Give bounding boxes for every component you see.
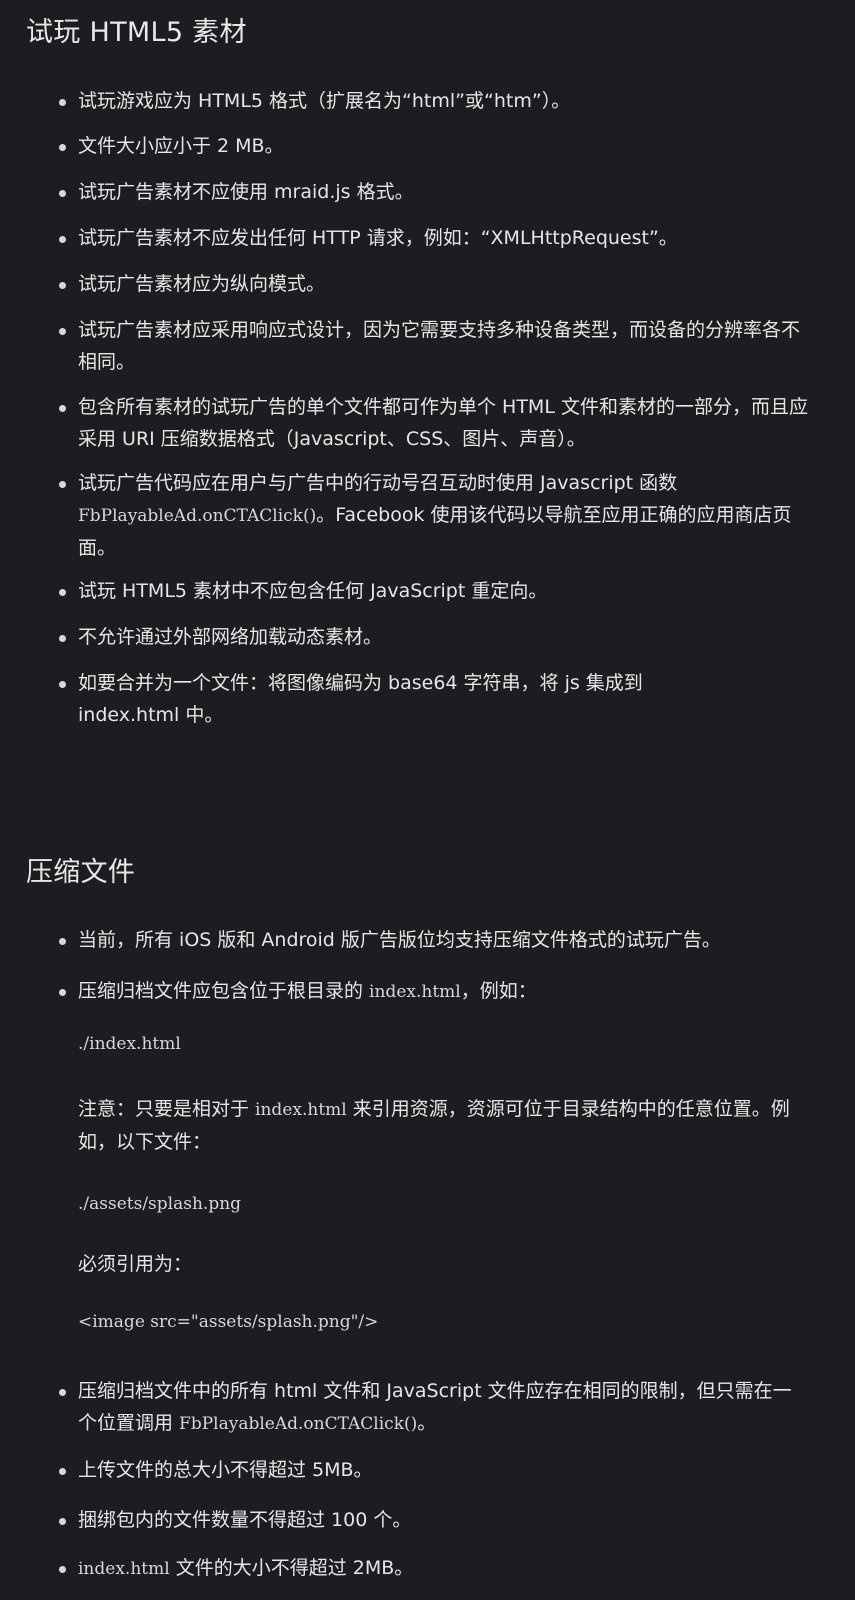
list-item-text: 试玩广告素材应为纵向模式。 bbox=[78, 273, 326, 295]
list-item: 当前，所有 iOS 版和 Android 版广告版位均支持压缩文件格式的试玩广告… bbox=[59, 924, 808, 956]
list-item-text: 包含所有素材的试玩广告的单个文件都可作为单个 HTML 文件和素材的一部分，而且… bbox=[78, 396, 808, 450]
code-example-index: ./index.html bbox=[78, 1034, 181, 1054]
section-title-zip: 压缩文件 bbox=[26, 857, 136, 888]
list-item: 不允许通过外部网络加载动态素材。 bbox=[59, 621, 808, 653]
code-example-asset-path: ./assets/splash.png bbox=[78, 1194, 242, 1214]
list-item: 试玩广告素材应采用响应式设计，因为它需要支持多种设备类型，而设备的分辨率各不相同… bbox=[59, 314, 808, 378]
list-item: 捆绑包内的文件数量不得超过 100 个。 bbox=[59, 1504, 808, 1536]
inline-code: index.html bbox=[78, 1559, 170, 1579]
list-item-text: 试玩广告代码应在用户与广告中的行动号召互动时使用 Javascript 函数 bbox=[78, 472, 678, 494]
list-item-text: 。 bbox=[417, 1412, 437, 1434]
list-item: 试玩广告素材不应发出任何 HTTP 请求，例如：“XMLHttpRequest”… bbox=[59, 222, 808, 254]
list-item: 试玩广告素材应为纵向模式。 bbox=[59, 268, 808, 300]
list-item-text: 试玩广告素材不应使用 mraid.js 格式。 bbox=[78, 181, 414, 203]
list-item-text: 试玩游戏应为 HTML5 格式（扩展名为“html”或“htm”）。 bbox=[78, 90, 571, 112]
list-item: 如要合并为一个文件：将图像编码为 base64 字符串，将 js 集成到 ind… bbox=[59, 667, 728, 731]
list-item-text: 试玩广告素材不应发出任何 HTTP 请求，例如：“XMLHttpRequest”… bbox=[78, 227, 678, 249]
list-item: 试玩游戏应为 HTML5 格式（扩展名为“html”或“htm”）。 bbox=[59, 85, 808, 117]
list-item: 试玩广告素材不应使用 mraid.js 格式。 bbox=[59, 176, 808, 208]
list-item: 上传文件的总大小不得超过 5MB。 bbox=[59, 1454, 808, 1486]
list-item: 文件大小应小于 2 MB。 bbox=[59, 130, 808, 162]
list-item-text: 文件大小应小于 2 MB。 bbox=[78, 135, 284, 157]
list-item-text: 试玩广告素材应采用响应式设计，因为它需要支持多种设备类型，而设备的分辨率各不相同… bbox=[78, 319, 801, 373]
list-item-text: 不允许通过外部网络加载动态素材。 bbox=[78, 626, 383, 648]
list-item-text: 试玩 HTML5 素材中不应包含任何 JavaScript 重定向。 bbox=[78, 580, 548, 602]
list-item-text: 上传文件的总大小不得超过 5MB。 bbox=[78, 1459, 373, 1481]
list-item: index.html 文件的大小不得超过 2MB。 bbox=[59, 1552, 808, 1585]
inline-code: index.html bbox=[255, 1100, 347, 1120]
list-item-text: 如要合并为一个文件：将图像编码为 base64 字符串，将 js 集成到 ind… bbox=[78, 672, 643, 726]
list-item: 包含所有素材的试玩广告的单个文件都可作为单个 HTML 文件和素材的一部分，而且… bbox=[59, 391, 808, 455]
list-item: 试玩广告代码应在用户与广告中的行动号召互动时使用 Javascript 函数 F… bbox=[59, 467, 808, 564]
list-item-text: 捆绑包内的文件数量不得超过 100 个。 bbox=[78, 1509, 412, 1531]
document-page: 试玩 HTML5 素材 试玩游戏应为 HTML5 格式（扩展名为“html”或“… bbox=[0, 0, 855, 1600]
list-item-text: 文件的大小不得超过 2MB。 bbox=[169, 1557, 414, 1579]
note-text: 注意：只要是相对于 bbox=[78, 1098, 256, 1120]
list-item: 压缩归档文件应包含位于根目录的 index.html，例如： bbox=[59, 975, 808, 1008]
list-item: 压缩归档文件中的所有 html 文件和 JavaScript 文件应存在相同的限… bbox=[59, 1375, 808, 1440]
list-item-text: 压缩归档文件应包含位于根目录的 bbox=[78, 980, 370, 1002]
list-item: 试玩 HTML5 素材中不应包含任何 JavaScript 重定向。 bbox=[59, 575, 808, 607]
inline-code: FbPlayableAd.onCTAClick() bbox=[78, 506, 317, 526]
must-reference-text: 必须引用为： bbox=[78, 1253, 193, 1275]
inline-code: index.html bbox=[369, 982, 461, 1002]
list-item-text: 当前，所有 iOS 版和 Android 版广告版位均支持压缩文件格式的试玩广告… bbox=[78, 929, 721, 951]
section-title-html5: 试玩 HTML5 素材 bbox=[26, 17, 247, 48]
list-item-text: ，例如： bbox=[460, 980, 537, 1002]
code-example-image-tag: <image src="assets/splash.png"/> bbox=[78, 1312, 379, 1332]
inline-code: FbPlayableAd.onCTAClick() bbox=[179, 1414, 418, 1434]
note-paragraph: 注意：只要是相对于 index.html 来引用资源，资源可位于目录结构中的任意… bbox=[78, 1093, 798, 1158]
